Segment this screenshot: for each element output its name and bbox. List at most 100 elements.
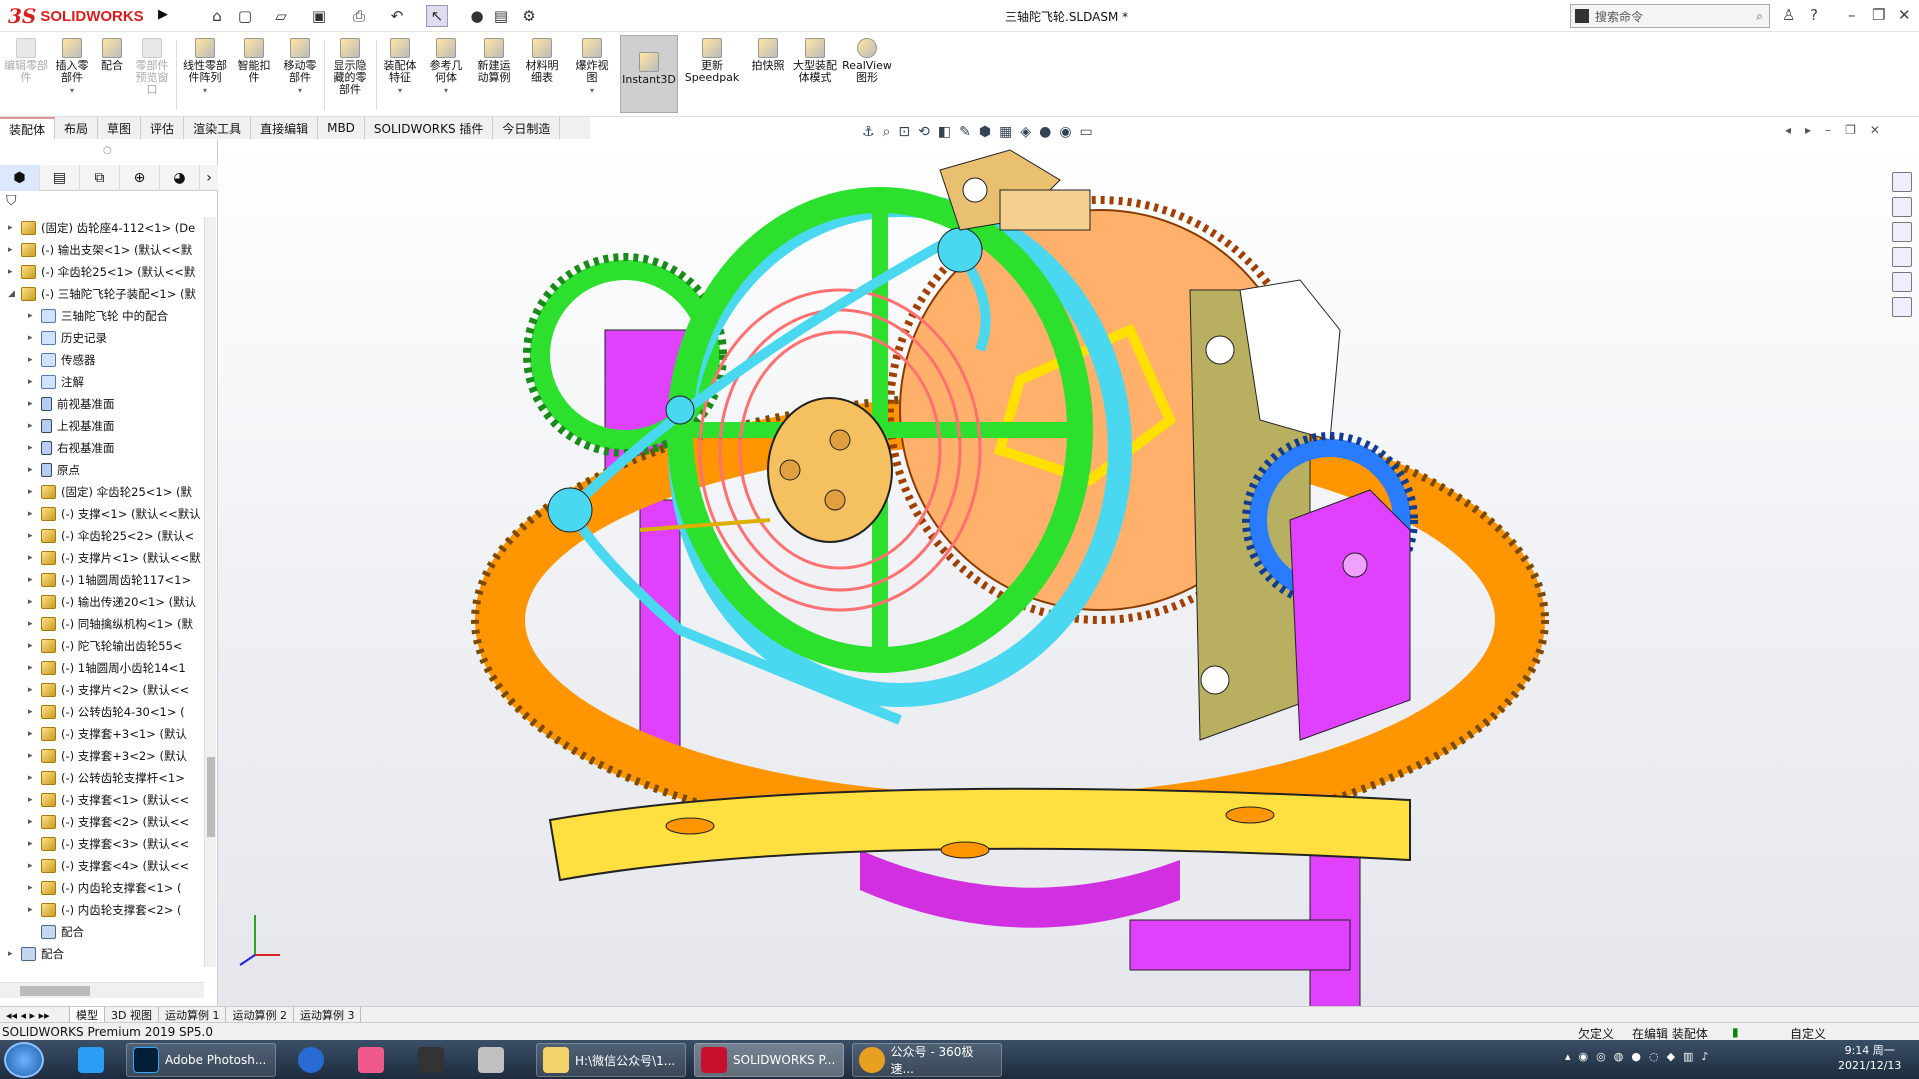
- viewport-close-icon[interactable]: ✕: [1870, 123, 1880, 137]
- linear-pattern-button[interactable]: 线性零部件阵列 ▾: [180, 38, 230, 97]
- options-gear-icon[interactable]: ⚙: [518, 5, 540, 27]
- tree-node[interactable]: ▸ 右视基准面: [0, 437, 204, 459]
- tab-mbd[interactable]: MBD: [318, 117, 365, 139]
- graphics-area[interactable]: [218, 139, 1919, 1011]
- edit-component-button[interactable]: 编辑零部件: [4, 38, 48, 84]
- tree-node[interactable]: ▸ (-) 支撑套<2> (默认<<: [0, 811, 204, 833]
- tray-network-icon[interactable]: ▥: [1683, 1050, 1693, 1063]
- expand-arrow-icon[interactable]: ▸: [28, 905, 38, 915]
- scroll-thumb[interactable]: [207, 757, 215, 837]
- file-explorer-icon[interactable]: [1892, 222, 1912, 242]
- tree-node[interactable]: ▸ (-) 支撑片<2> (默认<<: [0, 679, 204, 701]
- filter-icon[interactable]: ⛉: [6, 193, 17, 209]
- tree-node[interactable]: ▸ 原点: [0, 459, 204, 481]
- close-icon[interactable]: ✕: [1898, 6, 1911, 24]
- viewport-next-icon[interactable]: ▸: [1805, 123, 1811, 137]
- expand-arrow-icon[interactable]: ▸: [28, 465, 38, 475]
- tree-node[interactable]: ▸ (-) 支撑套+3<2> (默认: [0, 745, 204, 767]
- tree-node[interactable]: ▸ (-) 公转齿轮支撑杆<1>: [0, 767, 204, 789]
- tree-node[interactable]: ▸ 配合: [0, 943, 204, 965]
- tray-app-icon[interactable]: ◉: [1579, 1050, 1589, 1063]
- display-style-icon[interactable]: ▦: [999, 124, 1012, 140]
- previous-view-icon[interactable]: ⟲: [918, 124, 930, 140]
- expand-arrow-icon[interactable]: ▸: [28, 883, 38, 893]
- expand-arrow-icon[interactable]: ▸: [28, 553, 38, 563]
- tree-node[interactable]: ▸ 传感器: [0, 349, 204, 371]
- tab-assembly[interactable]: 装配体: [0, 117, 56, 139]
- dynamic-annotation-icon[interactable]: ✎: [959, 124, 971, 140]
- tree-node[interactable]: ▸ 上视基准面: [0, 415, 204, 437]
- expand-arrow-icon[interactable]: ▸: [28, 575, 38, 585]
- restore-icon[interactable]: ❐: [1872, 6, 1885, 24]
- tree-node[interactable]: ▸ (-) 支撑<1> (默认<<默认: [0, 503, 204, 525]
- tree-vertical-scrollbar[interactable]: [204, 217, 216, 967]
- hide-show-icon[interactable]: ◈: [1020, 124, 1031, 140]
- tree-node[interactable]: ▸ 注解: [0, 371, 204, 393]
- move-component-button[interactable]: 移动零部件 ▾: [280, 38, 320, 97]
- expand-arrow-icon[interactable]: ▸: [28, 333, 38, 343]
- tab-evaluate[interactable]: 评估: [141, 117, 185, 139]
- expand-arrow-icon[interactable]: ▸: [28, 509, 38, 519]
- insert-component-button[interactable]: 插入零部件 ▾: [52, 38, 92, 97]
- mate-button[interactable]: 配合: [96, 38, 128, 72]
- expand-arrow-icon[interactable]: ▸: [28, 487, 38, 497]
- home-icon[interactable]: ⌂: [206, 5, 228, 27]
- tree-node[interactable]: ▸ (-) 伞齿轮25<1> (默认<<默: [0, 261, 204, 283]
- expand-arrow-icon[interactable]: ▸: [28, 861, 38, 871]
- open-icon[interactable]: ▱: [270, 5, 292, 27]
- expand-arrow-icon[interactable]: ▸: [28, 707, 38, 717]
- tree-node[interactable]: 配合: [0, 921, 204, 943]
- viewport-restore-icon[interactable]: ❐: [1845, 123, 1856, 137]
- expand-arrow-icon[interactable]: ▸: [28, 355, 38, 365]
- section-view-icon[interactable]: ◧: [938, 124, 951, 140]
- view-palette-icon[interactable]: [1892, 247, 1912, 267]
- tree-node[interactable]: ▸ 历史记录: [0, 327, 204, 349]
- tree-node[interactable]: ▸ (-) 支撑套<4> (默认<<: [0, 855, 204, 877]
- show-hidden-components-button[interactable]: 显示隐藏的零部件: [330, 38, 370, 96]
- menu-arrow-icon[interactable]: ▶: [158, 7, 168, 22]
- tab-sketch[interactable]: 草图: [98, 117, 142, 139]
- tray-wechat-icon[interactable]: ◍: [1614, 1050, 1624, 1063]
- assembly-features-button[interactable]: 装配体特征 ▾: [380, 38, 420, 97]
- rebuild-icon[interactable]: ●: [466, 5, 488, 27]
- expand-arrow-icon[interactable]: ▸: [28, 443, 38, 453]
- expand-arrow-icon[interactable]: ▸: [28, 531, 38, 541]
- realview-button[interactable]: RealView图形: [842, 38, 892, 84]
- tree-node[interactable]: ▸ 前视基准面: [0, 393, 204, 415]
- custom-properties-icon[interactable]: [1892, 297, 1912, 317]
- tab-manufacturing[interactable]: 今日制造: [493, 117, 561, 139]
- expand-arrow-icon[interactable]: ▸: [28, 377, 38, 387]
- tab-motion-study-3[interactable]: 运动算例 3: [294, 1007, 362, 1023]
- expand-arrow-icon[interactable]: ▸: [8, 223, 18, 233]
- taskbar-pinned-app[interactable]: [292, 1043, 330, 1077]
- tab-direct-editing[interactable]: 直接编辑: [251, 117, 319, 139]
- tree-node[interactable]: ▸ (-) 同轴擒纵机构<1> (默: [0, 613, 204, 635]
- taskbar-photoshop[interactable]: Adobe Photosh...: [126, 1043, 276, 1077]
- display-manager-tab-icon[interactable]: ◕: [160, 165, 200, 191]
- undo-icon[interactable]: ↶: [386, 5, 408, 27]
- viewport-minimize-icon[interactable]: –: [1825, 123, 1831, 137]
- tab-scroll-arrows-icon[interactable]: ◂◂ ◂ ▸ ▸▸: [0, 1007, 70, 1023]
- taskbar-solidworks[interactable]: SOLIDWORKS P...: [694, 1043, 844, 1077]
- select-icon[interactable]: ↖: [426, 5, 448, 27]
- tray-app-icon[interactable]: ◌: [1649, 1050, 1659, 1063]
- view-cube-icon[interactable]: ⬢: [979, 124, 991, 140]
- expand-arrow-icon[interactable]: ▸: [28, 751, 38, 761]
- tree-node[interactable]: ▸ (-) 陀飞轮输出齿轮55<: [0, 635, 204, 657]
- tray-volume-icon[interactable]: ♪: [1701, 1050, 1708, 1063]
- expand-arrow-icon[interactable]: ▸: [28, 795, 38, 805]
- tab-solidworks-addins[interactable]: SOLIDWORKS 插件: [365, 117, 494, 139]
- tourbillon-model[interactable]: [218, 139, 1919, 1011]
- tree-node[interactable]: ▸ (-) 伞齿轮25<2> (默认<: [0, 525, 204, 547]
- tree-node[interactable]: ▸ (-) 输出支架<1> (默认<<默: [0, 239, 204, 261]
- take-snapshot-button[interactable]: 拍快照: [748, 38, 788, 72]
- tab-3d-view[interactable]: 3D 视图: [105, 1007, 159, 1023]
- zoom-area-icon[interactable]: ⊡: [898, 124, 910, 140]
- tray-expand-icon[interactable]: ▴: [1565, 1050, 1571, 1063]
- expand-arrow-icon[interactable]: ▸: [28, 619, 38, 629]
- print-icon[interactable]: ⎙: [348, 5, 370, 27]
- tree-node[interactable]: ◢ (-) 三轴陀飞轮子装配<1> (默: [0, 283, 204, 305]
- tray-qq-icon[interactable]: ◎: [1596, 1050, 1606, 1063]
- tree-node[interactable]: ▸ (-) 公转齿轮4-30<1> (: [0, 701, 204, 723]
- user-icon[interactable]: ♙: [1782, 6, 1795, 24]
